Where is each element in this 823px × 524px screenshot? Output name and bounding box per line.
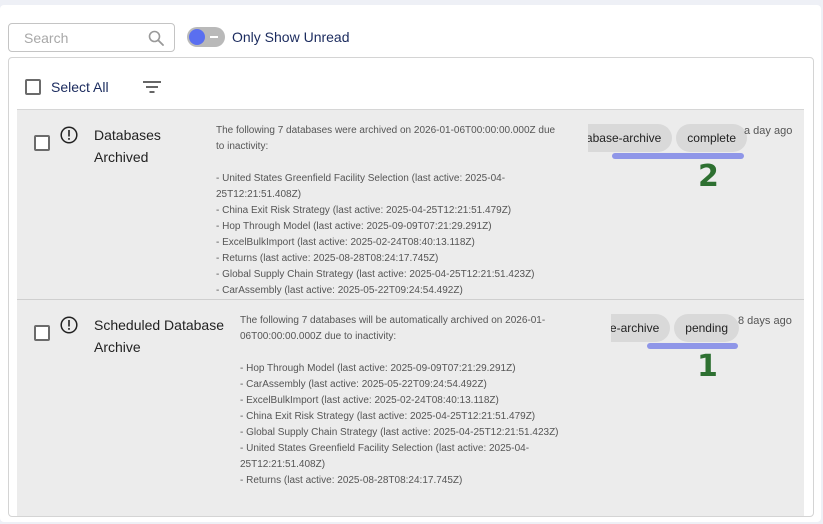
tag-group: se-archive pending: [611, 314, 739, 344]
type-tag: se-archive: [611, 314, 671, 342]
alert-circle-icon: [60, 316, 78, 334]
timestamp: a day ago: [744, 125, 793, 137]
database-line: - Returns (last active: 2025-08-28T08:24…: [216, 253, 439, 264]
highlight-bar: [612, 153, 744, 159]
toggle-off-indicator: [210, 36, 218, 38]
database-line: - United States Greenfield Facility Sele…: [240, 443, 530, 470]
alert-circle-icon: [60, 126, 78, 144]
select-all-checkbox[interactable]: [25, 79, 41, 95]
notifications-page: Only Show Unread Select All Databases Ar…: [0, 5, 821, 522]
database-line: - Global Supply Chain Strategy (last act…: [240, 427, 559, 438]
item-checkbox[interactable]: [34, 325, 50, 341]
notifications-panel: Select All Databases Archived The follow…: [8, 57, 814, 517]
database-line: - Hop Through Model (last active: 2025-0…: [216, 221, 492, 232]
database-line: - Returns (last active: 2025-08-28T08:24…: [240, 475, 463, 486]
unread-toggle-label[interactable]: Only Show Unread: [232, 29, 350, 45]
notification-intro: The following 7 databases will be automa…: [240, 315, 546, 342]
database-line: - ExcelBulkImport (last active: 2025-02-…: [216, 237, 475, 248]
toggle-knob: [189, 29, 205, 45]
database-line: - China Exit Risk Strategy (last active:…: [216, 205, 512, 216]
notification-body: The following 7 databases will be automa…: [240, 313, 585, 489]
tag-group: abase-archive complete: [588, 124, 747, 154]
status-tag: complete: [676, 124, 747, 152]
database-line: - Global Supply Chain Strategy (last act…: [216, 269, 535, 280]
item-checkbox[interactable]: [34, 135, 50, 151]
status-tag: pending: [674, 314, 739, 342]
annotation-number: 1: [697, 349, 718, 384]
search-icon[interactable]: [148, 30, 164, 46]
search-input[interactable]: [9, 24, 145, 51]
timestamp: 8 days ago: [738, 315, 792, 327]
database-line: - China Exit Risk Strategy (last active:…: [240, 411, 536, 422]
unread-toggle[interactable]: [187, 27, 225, 47]
notification-item[interactable]: Databases Archived The following 7 datab…: [17, 109, 804, 300]
highlight-bar: [647, 343, 738, 349]
database-line: - Hop Through Model (last active: 2025-0…: [240, 363, 516, 374]
type-tag: abase-archive: [588, 124, 673, 152]
database-line: - CarAssembly (last active: 2025-05-22T0…: [216, 285, 463, 296]
notification-item[interactable]: Scheduled Database Archive The following…: [17, 300, 804, 516]
filter-icon[interactable]: [143, 80, 161, 94]
select-all-label[interactable]: Select All: [51, 79, 109, 95]
notification-title: Databases Archived: [94, 127, 161, 165]
database-line: - CarAssembly (last active: 2025-05-22T0…: [240, 379, 487, 390]
database-line: - ExcelBulkImport (last active: 2025-02-…: [240, 395, 499, 406]
annotation-number: 2: [698, 159, 719, 194]
notification-body: The following 7 databases were archived …: [216, 123, 566, 299]
notification-list: Databases Archived The following 7 datab…: [17, 109, 804, 516]
database-line: - United States Greenfield Facility Sele…: [216, 173, 506, 200]
search-box: [8, 23, 175, 52]
notification-title: Scheduled Database Archive: [94, 317, 224, 355]
notification-intro: The following 7 databases were archived …: [216, 125, 556, 152]
